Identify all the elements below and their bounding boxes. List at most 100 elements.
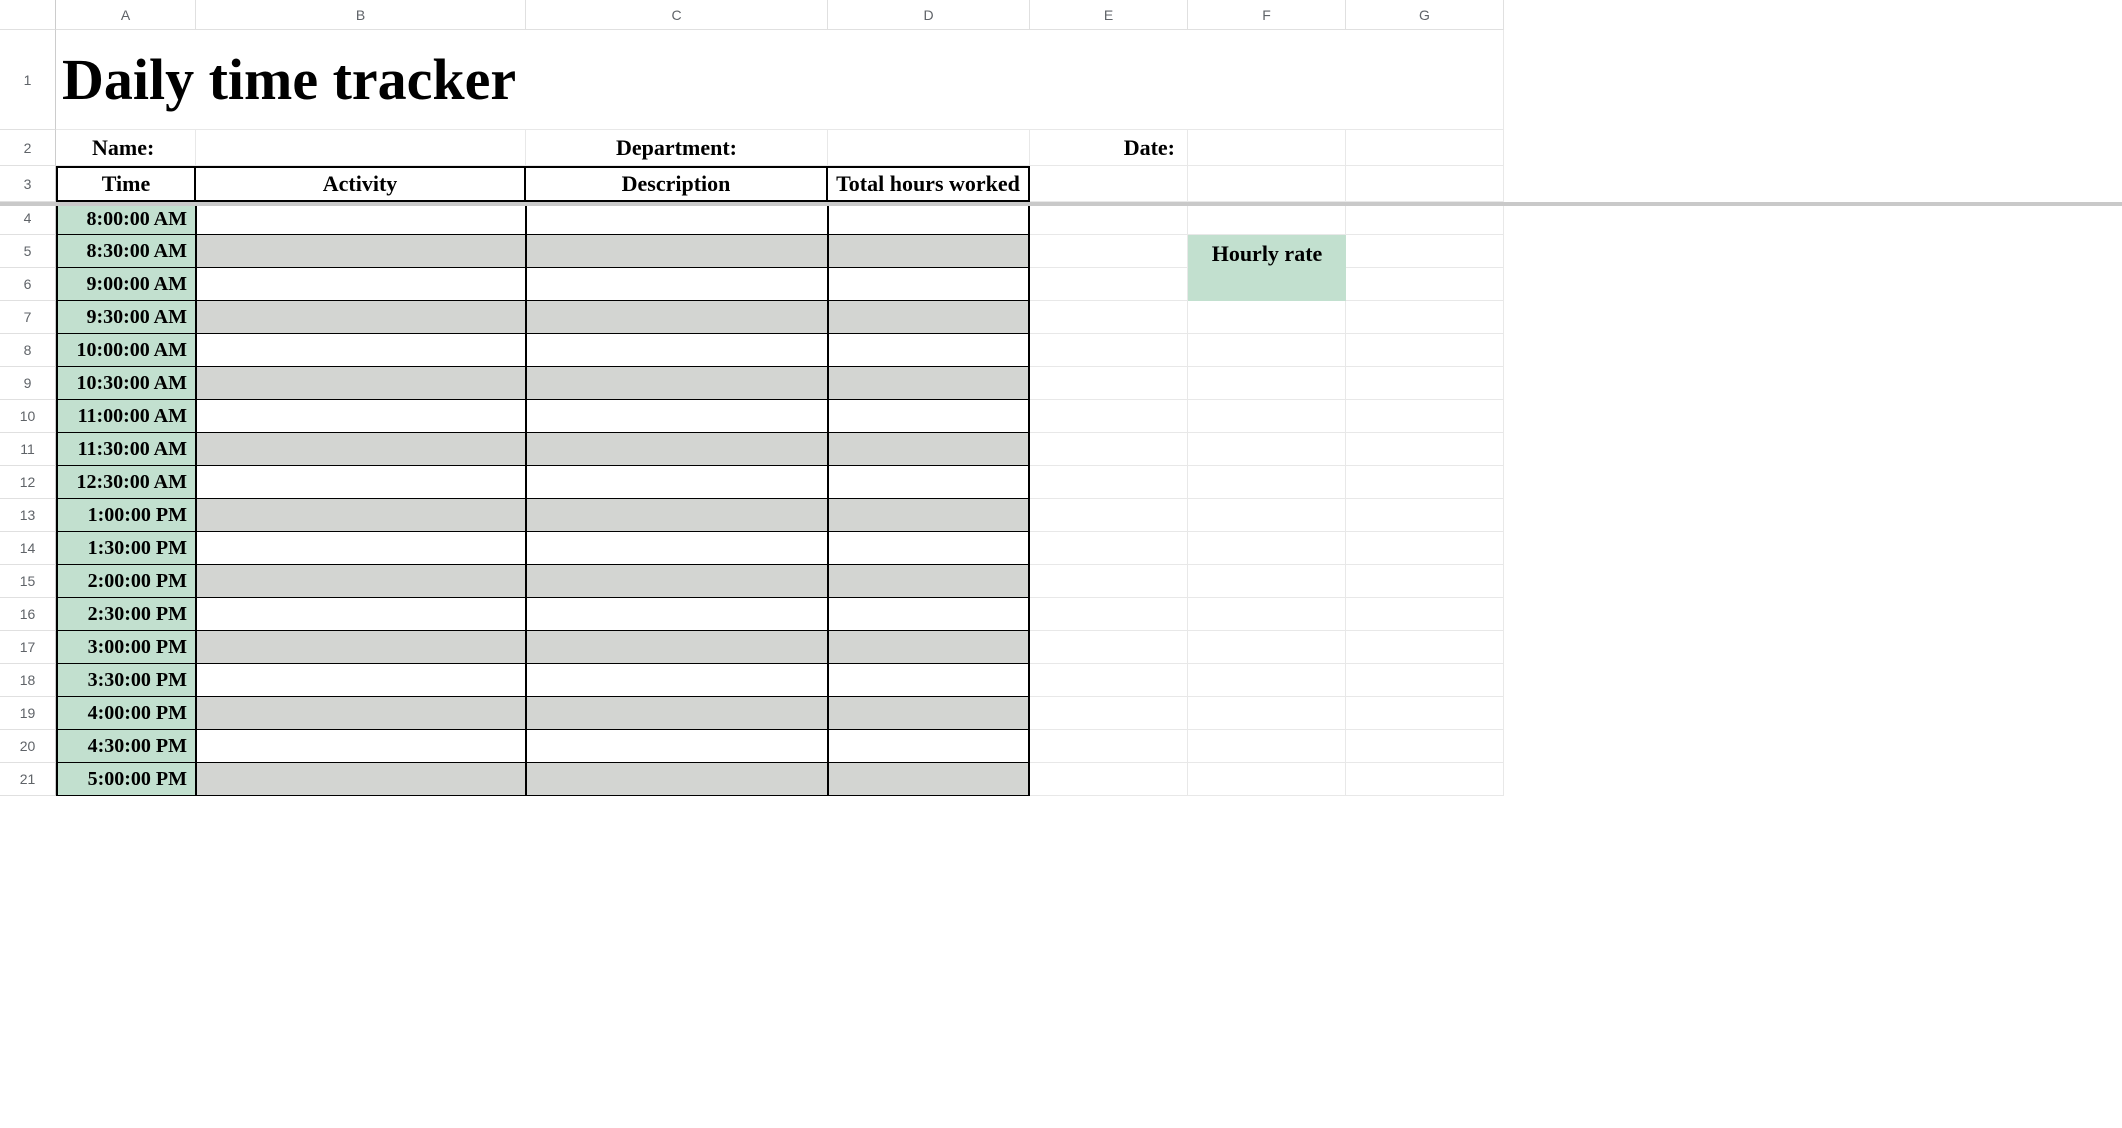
cell-G18[interactable] bbox=[1346, 664, 1504, 697]
time-cell[interactable]: 10:30:00 AM bbox=[56, 367, 196, 400]
cell-B2[interactable] bbox=[196, 130, 526, 166]
total-hours-cell[interactable] bbox=[828, 235, 1030, 268]
time-cell[interactable]: 5:00:00 PM bbox=[56, 763, 196, 796]
row-header-15[interactable]: 15 bbox=[0, 565, 56, 598]
cell-F19[interactable] bbox=[1188, 697, 1346, 730]
row-header-21[interactable]: 21 bbox=[0, 763, 56, 796]
row-header-7[interactable]: 7 bbox=[0, 301, 56, 334]
col-header-F[interactable]: F bbox=[1188, 0, 1346, 30]
row-header-6[interactable]: 6 bbox=[0, 268, 56, 301]
department-label[interactable]: Department: bbox=[526, 130, 828, 166]
cell-E3[interactable] bbox=[1030, 166, 1188, 202]
row-header-18[interactable]: 18 bbox=[0, 664, 56, 697]
total-hours-cell[interactable] bbox=[828, 598, 1030, 631]
cell-G14[interactable] bbox=[1346, 532, 1504, 565]
activity-cell[interactable] bbox=[196, 400, 526, 433]
cell-G4[interactable] bbox=[1346, 202, 1504, 235]
activity-cell[interactable] bbox=[196, 598, 526, 631]
row-header-9[interactable]: 9 bbox=[0, 367, 56, 400]
total-hours-cell[interactable] bbox=[828, 664, 1030, 697]
cell-F2[interactable] bbox=[1188, 130, 1346, 166]
description-cell[interactable] bbox=[526, 499, 828, 532]
cell-G13[interactable] bbox=[1346, 499, 1504, 532]
time-cell[interactable]: 4:30:00 PM bbox=[56, 730, 196, 763]
time-cell[interactable]: 2:30:00 PM bbox=[56, 598, 196, 631]
description-cell[interactable] bbox=[526, 433, 828, 466]
cell-F8[interactable] bbox=[1188, 334, 1346, 367]
cell-G3[interactable] bbox=[1346, 166, 1504, 202]
row-header-20[interactable]: 20 bbox=[0, 730, 56, 763]
row-header-16[interactable]: 16 bbox=[0, 598, 56, 631]
total-hours-cell[interactable] bbox=[828, 565, 1030, 598]
total-hours-cell[interactable] bbox=[828, 334, 1030, 367]
activity-cell[interactable] bbox=[196, 466, 526, 499]
description-cell[interactable] bbox=[526, 466, 828, 499]
cell-G10[interactable] bbox=[1346, 400, 1504, 433]
cell-G19[interactable] bbox=[1346, 697, 1504, 730]
activity-cell[interactable] bbox=[196, 334, 526, 367]
row-header-12[interactable]: 12 bbox=[0, 466, 56, 499]
total-hours-cell[interactable] bbox=[828, 499, 1030, 532]
cell-F12[interactable] bbox=[1188, 466, 1346, 499]
cell-E10[interactable] bbox=[1030, 400, 1188, 433]
cell-F13[interactable] bbox=[1188, 499, 1346, 532]
cell-D2[interactable] bbox=[828, 130, 1030, 166]
cell-G12[interactable] bbox=[1346, 466, 1504, 499]
col-header-D[interactable]: D bbox=[828, 0, 1030, 30]
activity-cell[interactable] bbox=[196, 730, 526, 763]
activity-cell[interactable] bbox=[196, 268, 526, 301]
cell-E5[interactable] bbox=[1030, 235, 1188, 268]
activity-cell[interactable] bbox=[196, 235, 526, 268]
time-cell[interactable]: 9:30:00 AM bbox=[56, 301, 196, 334]
activity-cell[interactable] bbox=[196, 532, 526, 565]
cell-F11[interactable] bbox=[1188, 433, 1346, 466]
description-cell[interactable] bbox=[526, 631, 828, 664]
date-label[interactable]: Date: bbox=[1030, 130, 1188, 166]
row-header-4[interactable]: 4 bbox=[0, 202, 56, 235]
title-cell[interactable]: Daily time tracker bbox=[56, 30, 1504, 130]
total-hours-cell[interactable] bbox=[828, 268, 1030, 301]
cell-E21[interactable] bbox=[1030, 763, 1188, 796]
description-cell[interactable] bbox=[526, 532, 828, 565]
cell-E17[interactable] bbox=[1030, 631, 1188, 664]
row-header-10[interactable]: 10 bbox=[0, 400, 56, 433]
cell-G6[interactable] bbox=[1346, 268, 1504, 301]
row-header-17[interactable]: 17 bbox=[0, 631, 56, 664]
cell-G7[interactable] bbox=[1346, 301, 1504, 334]
cell-F3[interactable] bbox=[1188, 166, 1346, 202]
header-total-hours[interactable]: Total hours worked bbox=[828, 166, 1030, 202]
cell-G15[interactable] bbox=[1346, 565, 1504, 598]
total-hours-cell[interactable] bbox=[828, 301, 1030, 334]
cell-F21[interactable] bbox=[1188, 763, 1346, 796]
header-activity[interactable]: Activity bbox=[196, 166, 526, 202]
time-cell[interactable]: 8:30:00 AM bbox=[56, 235, 196, 268]
description-cell[interactable] bbox=[526, 598, 828, 631]
activity-cell[interactable] bbox=[196, 763, 526, 796]
cell-F14[interactable] bbox=[1188, 532, 1346, 565]
cell-E6[interactable] bbox=[1030, 268, 1188, 301]
cell-G8[interactable] bbox=[1346, 334, 1504, 367]
cell-G2[interactable] bbox=[1346, 130, 1504, 166]
cell-E15[interactable] bbox=[1030, 565, 1188, 598]
cell-E18[interactable] bbox=[1030, 664, 1188, 697]
name-label[interactable]: Name: bbox=[56, 130, 196, 166]
description-cell[interactable] bbox=[526, 334, 828, 367]
row-header-11[interactable]: 11 bbox=[0, 433, 56, 466]
col-header-C[interactable]: C bbox=[526, 0, 828, 30]
cell-F15[interactable] bbox=[1188, 565, 1346, 598]
row-header-3[interactable]: 3 bbox=[0, 166, 56, 202]
col-header-B[interactable]: B bbox=[196, 0, 526, 30]
header-time[interactable]: Time bbox=[56, 166, 196, 202]
total-hours-cell[interactable] bbox=[828, 697, 1030, 730]
time-cell[interactable]: 4:00:00 PM bbox=[56, 697, 196, 730]
activity-cell[interactable] bbox=[196, 631, 526, 664]
description-cell[interactable] bbox=[526, 202, 828, 235]
description-cell[interactable] bbox=[526, 235, 828, 268]
cell-G9[interactable] bbox=[1346, 367, 1504, 400]
activity-cell[interactable] bbox=[196, 202, 526, 235]
total-hours-cell[interactable] bbox=[828, 730, 1030, 763]
activity-cell[interactable] bbox=[196, 301, 526, 334]
cell-F4[interactable] bbox=[1188, 202, 1346, 235]
row-header-8[interactable]: 8 bbox=[0, 334, 56, 367]
time-cell[interactable]: 10:00:00 AM bbox=[56, 334, 196, 367]
